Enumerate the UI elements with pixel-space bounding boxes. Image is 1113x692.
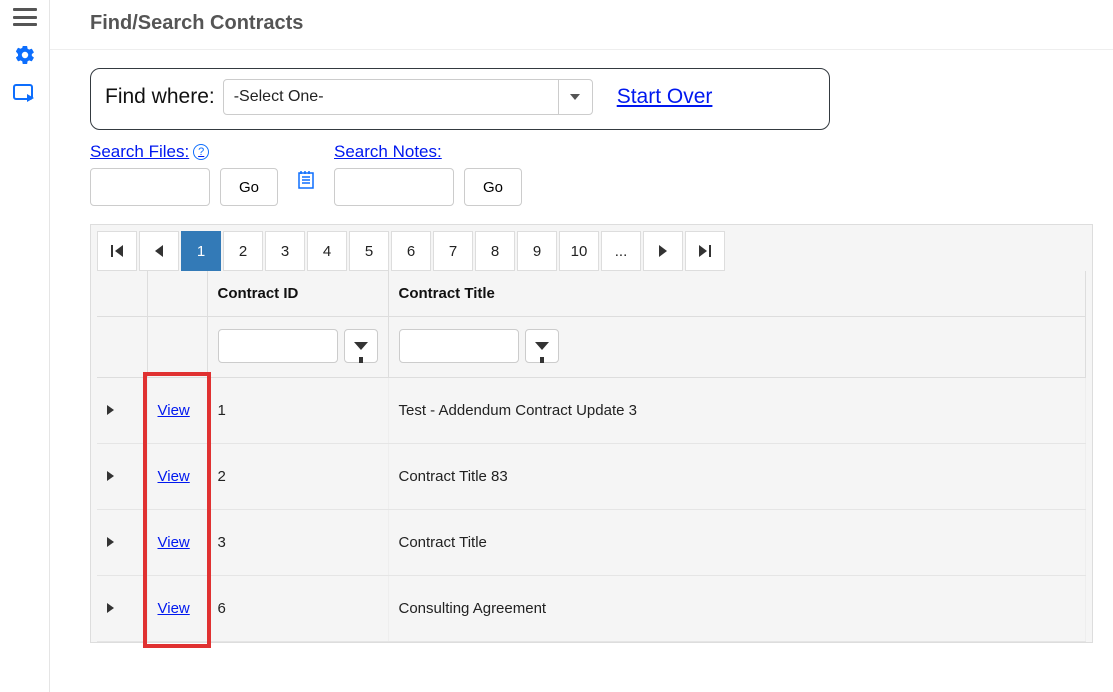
sidebar (0, 0, 50, 692)
pager-page-1[interactable]: 1 (181, 231, 221, 271)
find-where-dropdown-button[interactable] (558, 80, 592, 114)
pager-first-button[interactable] (97, 231, 137, 271)
pager-page-2[interactable]: 2 (223, 231, 263, 271)
pager-page-8[interactable]: 8 (475, 231, 515, 271)
search-notes-input[interactable] (334, 168, 454, 206)
expand-row-icon[interactable] (107, 471, 114, 481)
chevron-down-icon (570, 94, 580, 100)
pager-page-5[interactable]: 5 (349, 231, 389, 271)
pager-page-7[interactable]: 7 (433, 231, 473, 271)
pager-page-3[interactable]: 3 (265, 231, 305, 271)
table-row: View 3Contract Title (97, 510, 1086, 576)
cell-contract-id: 3 (207, 510, 388, 576)
find-where-label: Find where: (105, 85, 215, 109)
filter-contract-id-input[interactable] (218, 329, 338, 363)
col-expand-header (97, 271, 147, 317)
table-row: View 2Contract Title 83 (97, 444, 1086, 510)
search-files-go-button[interactable]: Go (220, 168, 278, 206)
cell-contract-title: Contract Title 83 (388, 444, 1086, 510)
filter-contract-title-button[interactable] (525, 329, 559, 363)
divider (50, 49, 1113, 50)
main-content: Find/Search Contracts Find where: -Selec… (50, 0, 1113, 692)
col-id-header[interactable]: Contract ID (207, 271, 388, 317)
find-where-select[interactable]: -Select One- (223, 79, 593, 115)
filter-contract-id-button[interactable] (344, 329, 378, 363)
help-icon[interactable]: ? (193, 144, 209, 160)
pager-page-9[interactable]: 9 (517, 231, 557, 271)
filter-icon (535, 342, 549, 350)
start-over-link[interactable]: Start Over (617, 85, 713, 109)
pager: 12345678910... Contract ID (90, 224, 1093, 643)
filter-contract-title-input[interactable] (399, 329, 519, 363)
table-row: View 6Consulting Agreement (97, 576, 1086, 642)
page-title: Find/Search Contracts (90, 12, 1093, 35)
search-files-label: Search Files: ? (90, 142, 278, 162)
notes-icon (296, 170, 316, 190)
col-title-header[interactable]: Contract Title (388, 271, 1086, 317)
view-link[interactable]: View (158, 600, 190, 617)
cell-contract-id: 2 (207, 444, 388, 510)
expand-row-icon[interactable] (107, 537, 114, 547)
search-panel: Find where: -Select One- Start Over (90, 68, 830, 130)
cell-contract-id: 1 (207, 378, 388, 444)
pager-last-button[interactable] (685, 231, 725, 271)
cell-contract-title: Contract Title (388, 510, 1086, 576)
contracts-table: Contract ID Contract Title (97, 271, 1086, 642)
search-files-input[interactable] (90, 168, 210, 206)
pager-next-button[interactable] (643, 231, 683, 271)
cell-contract-title: Consulting Agreement (388, 576, 1086, 642)
filter-icon (354, 342, 368, 350)
expand-row-icon[interactable] (107, 405, 114, 415)
pager-page-6[interactable]: 6 (391, 231, 431, 271)
table-row: View 1Test - Addendum Contract Update 3 (97, 378, 1086, 444)
search-notes-label: Search Notes: (334, 142, 522, 162)
pager-page-10[interactable]: 10 (559, 231, 599, 271)
pager-page-...[interactable]: ... (601, 231, 641, 271)
cell-contract-title: Test - Addendum Contract Update 3 (388, 378, 1086, 444)
view-link[interactable]: View (158, 402, 190, 419)
cell-contract-id: 6 (207, 576, 388, 642)
expand-row-icon[interactable] (107, 603, 114, 613)
pager-page-4[interactable]: 4 (307, 231, 347, 271)
view-link[interactable]: View (158, 534, 190, 551)
pager-prev-button[interactable] (139, 231, 179, 271)
search-notes-go-button[interactable]: Go (464, 168, 522, 206)
gear-icon[interactable] (14, 44, 36, 66)
find-where-value: -Select One- (224, 80, 558, 114)
col-view-header (147, 271, 207, 317)
menu-icon[interactable] (13, 8, 37, 26)
view-link[interactable]: View (158, 468, 190, 485)
export-icon[interactable] (13, 84, 37, 106)
